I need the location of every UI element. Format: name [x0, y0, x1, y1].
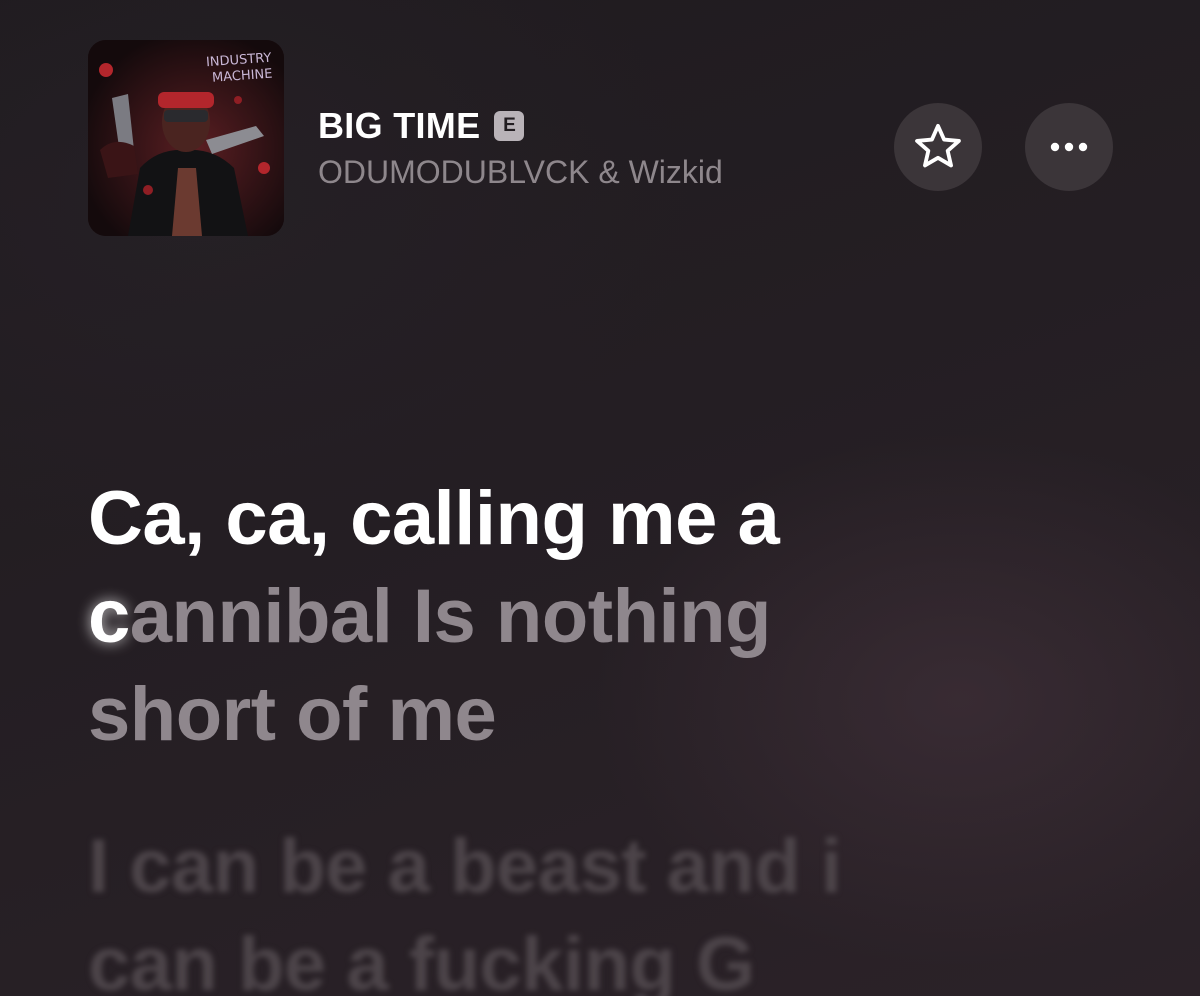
title-row: BIG TIME E [318, 104, 858, 148]
ellipsis-icon [1050, 142, 1088, 152]
lyrics-view[interactable]: Ca, ca, calling me a cannibal Is nothing… [88, 470, 988, 996]
lyric-active-block[interactable]: Ca, ca, calling me a cannibal Is nothing… [88, 470, 988, 764]
song-info: BIG TIME E ODUMODUBLVCK & Wizkid [318, 104, 858, 191]
lyric-line: can be a fucking G [88, 922, 755, 996]
favorite-button[interactable] [894, 103, 982, 191]
star-outline-icon [915, 123, 961, 168]
more-options-button[interactable] [1025, 103, 1113, 191]
artist-name[interactable]: ODUMODUBLVCK & Wizkid [318, 154, 858, 191]
lyric-line: I can be a beast and i [88, 824, 842, 909]
lyrics-screen: INDUSTRY MACHINE BIG TIME E ODUMODUBLVCK… [0, 0, 1200, 996]
lyric-line: cannibal Is nothing [88, 568, 988, 666]
album-artwork-image: INDUSTRY MACHINE [88, 40, 284, 236]
lyric-unsung-part: annibal Is nothing [129, 574, 772, 659]
lyric-line: short of me [88, 672, 497, 757]
song-title: BIG TIME [318, 105, 481, 146]
lyric-next-block[interactable]: I can be a beast and i can be a fucking … [88, 818, 988, 996]
lyric-line: Ca, ca, calling me a [88, 476, 780, 561]
lyric-sung-part: c [88, 574, 130, 659]
explicit-badge: E [494, 111, 525, 141]
album-artwork[interactable]: INDUSTRY MACHINE [88, 40, 284, 236]
